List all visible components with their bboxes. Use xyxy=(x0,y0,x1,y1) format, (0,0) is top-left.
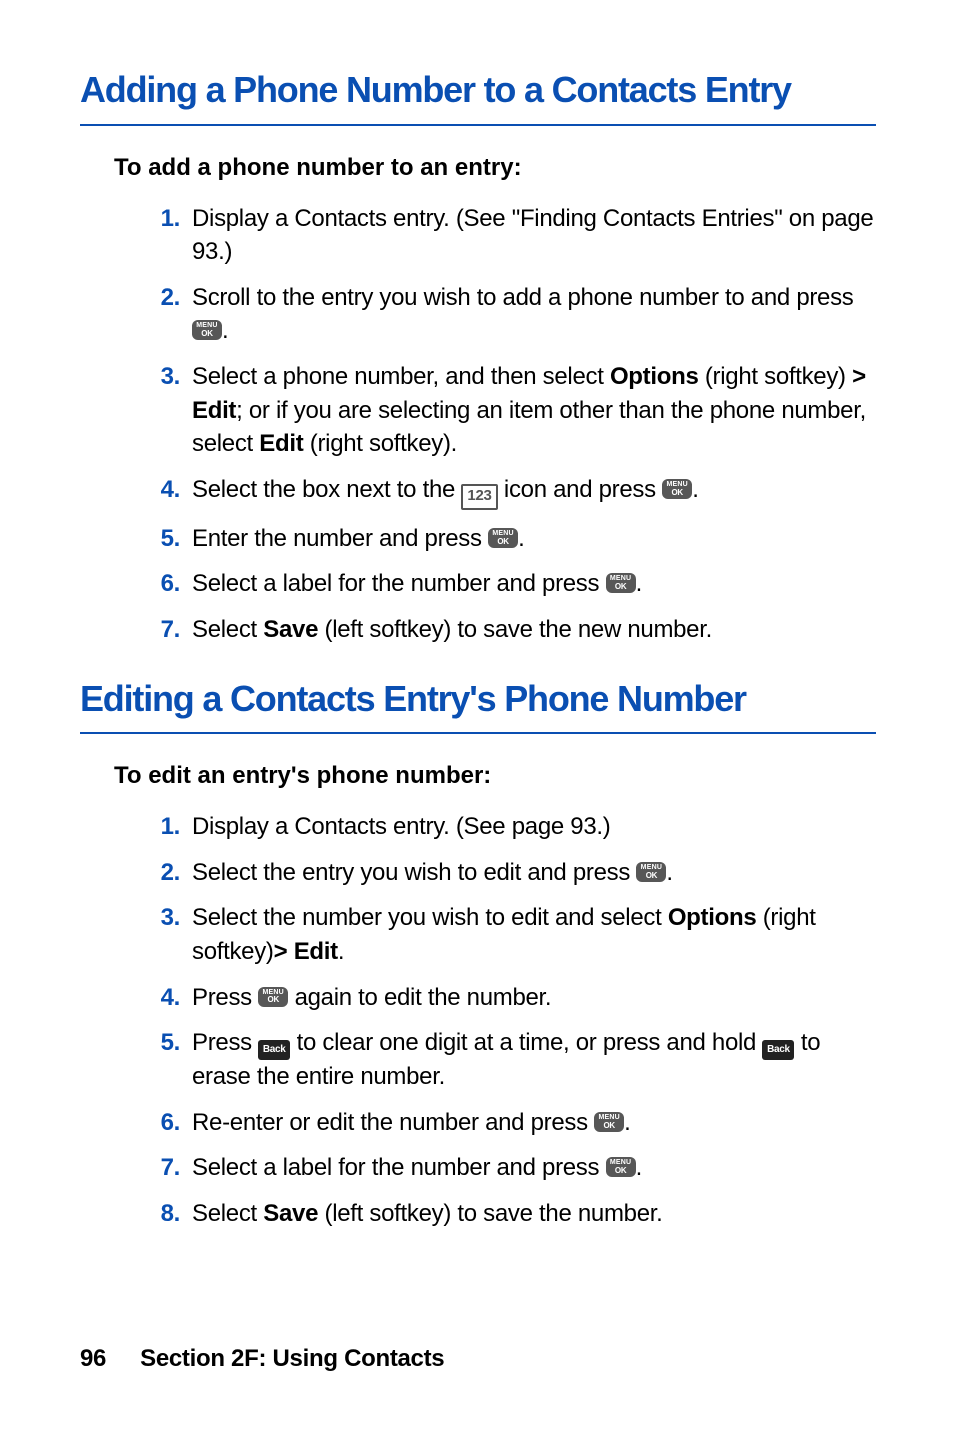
step-number: 6. xyxy=(144,567,180,601)
step: 7. Select a label for the number and pre… xyxy=(144,1151,876,1185)
step-number: 1. xyxy=(144,202,180,236)
step-text: Select a label for the number and press xyxy=(192,570,606,597)
step-number: 7. xyxy=(144,1151,180,1185)
step: 3. Select a phone number, and then selec… xyxy=(144,360,876,461)
menu-ok-key-icon xyxy=(606,573,636,593)
edit-label: Edit xyxy=(259,430,303,457)
step-punctuation: . xyxy=(222,317,228,344)
steps-add: 1. Display a Contacts entry. (See "Findi… xyxy=(80,202,876,647)
menu-ok-key-icon xyxy=(606,1157,636,1177)
one-two-three-icon xyxy=(461,484,497,510)
step-text: (left softkey) to save the new number. xyxy=(318,616,712,643)
step: 1. Display a Contacts entry. (See page 9… xyxy=(144,810,876,844)
step-text: Select a phone number, and then select xyxy=(192,363,610,390)
step-number: 7. xyxy=(144,613,180,647)
page-footer: 96 Section 2F: Using Contacts xyxy=(80,1345,444,1373)
steps-edit: 1. Display a Contacts entry. (See page 9… xyxy=(80,810,876,1230)
step-text: (right softkey). xyxy=(303,430,457,457)
step-punctuation: . xyxy=(518,525,524,552)
intro-add-number: To add a phone number to an entry: xyxy=(80,154,876,182)
edit-label: Edit xyxy=(294,938,338,965)
step-punctuation: . xyxy=(624,1109,630,1136)
menu-ok-key-icon xyxy=(662,479,692,499)
step-text: Select a label for the number and press xyxy=(192,1154,606,1181)
step: 2. Select the entry you wish to edit and… xyxy=(144,856,876,890)
step-number: 5. xyxy=(144,522,180,556)
step-number: 3. xyxy=(144,360,180,394)
step: 6. Select a label for the number and pre… xyxy=(144,567,876,601)
step-text: Display a Contacts entry. (See page 93.) xyxy=(192,813,610,840)
step-text: Select xyxy=(192,1200,263,1227)
step: 7. Select Save (left softkey) to save th… xyxy=(144,613,876,647)
step-text: Select the number you wish to edit and s… xyxy=(192,904,668,931)
step-number: 1. xyxy=(144,810,180,844)
step-text: (right softkey) xyxy=(699,363,853,390)
back-key-icon xyxy=(258,1040,290,1060)
step-text: (left softkey) to save the number. xyxy=(318,1200,662,1227)
edit-label: Edit xyxy=(192,397,236,424)
section-label: Section 2F: Using Contacts xyxy=(140,1345,444,1372)
step: 2. Scroll to the entry you wish to add a… xyxy=(144,281,876,348)
gt-symbol: > xyxy=(852,363,866,390)
page: Adding a Phone Number to a Contacts Entr… xyxy=(0,0,954,1431)
step: 5. Press to clear one digit at a time, o… xyxy=(144,1026,876,1094)
step: 6. Re-enter or edit the number and press… xyxy=(144,1106,876,1140)
options-label: Options xyxy=(668,904,757,931)
step-text: Select the entry you wish to edit and pr… xyxy=(192,859,636,886)
step-punctuation: . xyxy=(636,1154,642,1181)
step: 5. Enter the number and press . xyxy=(144,522,876,556)
step: 4. Select the box next to the icon and p… xyxy=(144,473,876,510)
step-number: 6. xyxy=(144,1106,180,1140)
step: 4. Press again to edit the number. xyxy=(144,981,876,1015)
step-number: 3. xyxy=(144,901,180,935)
step-text: . xyxy=(338,938,344,965)
heading-editing-phone-number: Editing a Contacts Entry's Phone Number xyxy=(80,679,876,735)
step-text: Select xyxy=(192,616,263,643)
menu-ok-key-icon xyxy=(636,862,666,882)
back-key-icon xyxy=(762,1040,794,1060)
options-label: Options xyxy=(610,363,699,390)
step-text: again to edit the number. xyxy=(288,984,551,1011)
page-number: 96 xyxy=(80,1345,106,1372)
step-punctuation: . xyxy=(692,476,698,503)
step-text: Scroll to the entry you wish to add a ph… xyxy=(192,284,854,311)
step-text: Re-enter or edit the number and press xyxy=(192,1109,594,1136)
step: 3. Select the number you wish to edit an… xyxy=(144,901,876,968)
step-text: Select the box next to the xyxy=(192,476,461,503)
save-label: Save xyxy=(263,616,318,643)
heading-adding-phone-number: Adding a Phone Number to a Contacts Entr… xyxy=(80,70,876,126)
menu-ok-key-icon xyxy=(192,320,222,340)
intro-edit-number: To edit an entry's phone number: xyxy=(80,762,876,790)
step-text: to clear one digit at a time, or press a… xyxy=(290,1029,762,1056)
step: 1. Display a Contacts entry. (See "Findi… xyxy=(144,202,876,269)
step-number: 4. xyxy=(144,981,180,1015)
step-number: 2. xyxy=(144,856,180,890)
step-number: 8. xyxy=(144,1197,180,1231)
menu-ok-key-icon xyxy=(594,1112,624,1132)
step-punctuation: . xyxy=(666,859,672,886)
step-number: 5. xyxy=(144,1026,180,1060)
save-label: Save xyxy=(263,1200,318,1227)
step: 8. Select Save (left softkey) to save th… xyxy=(144,1197,876,1231)
step-text: icon and press xyxy=(498,476,663,503)
gt-symbol: > xyxy=(274,938,294,965)
menu-ok-key-icon xyxy=(488,528,518,548)
step-text: Display a Contacts entry. (See "Finding … xyxy=(192,205,873,266)
step-text: Press xyxy=(192,984,258,1011)
step-text: Enter the number and press xyxy=(192,525,488,552)
menu-ok-key-icon xyxy=(258,987,288,1007)
step-text: Press xyxy=(192,1029,258,1056)
step-number: 2. xyxy=(144,281,180,315)
step-punctuation: . xyxy=(636,570,642,597)
step-number: 4. xyxy=(144,473,180,507)
